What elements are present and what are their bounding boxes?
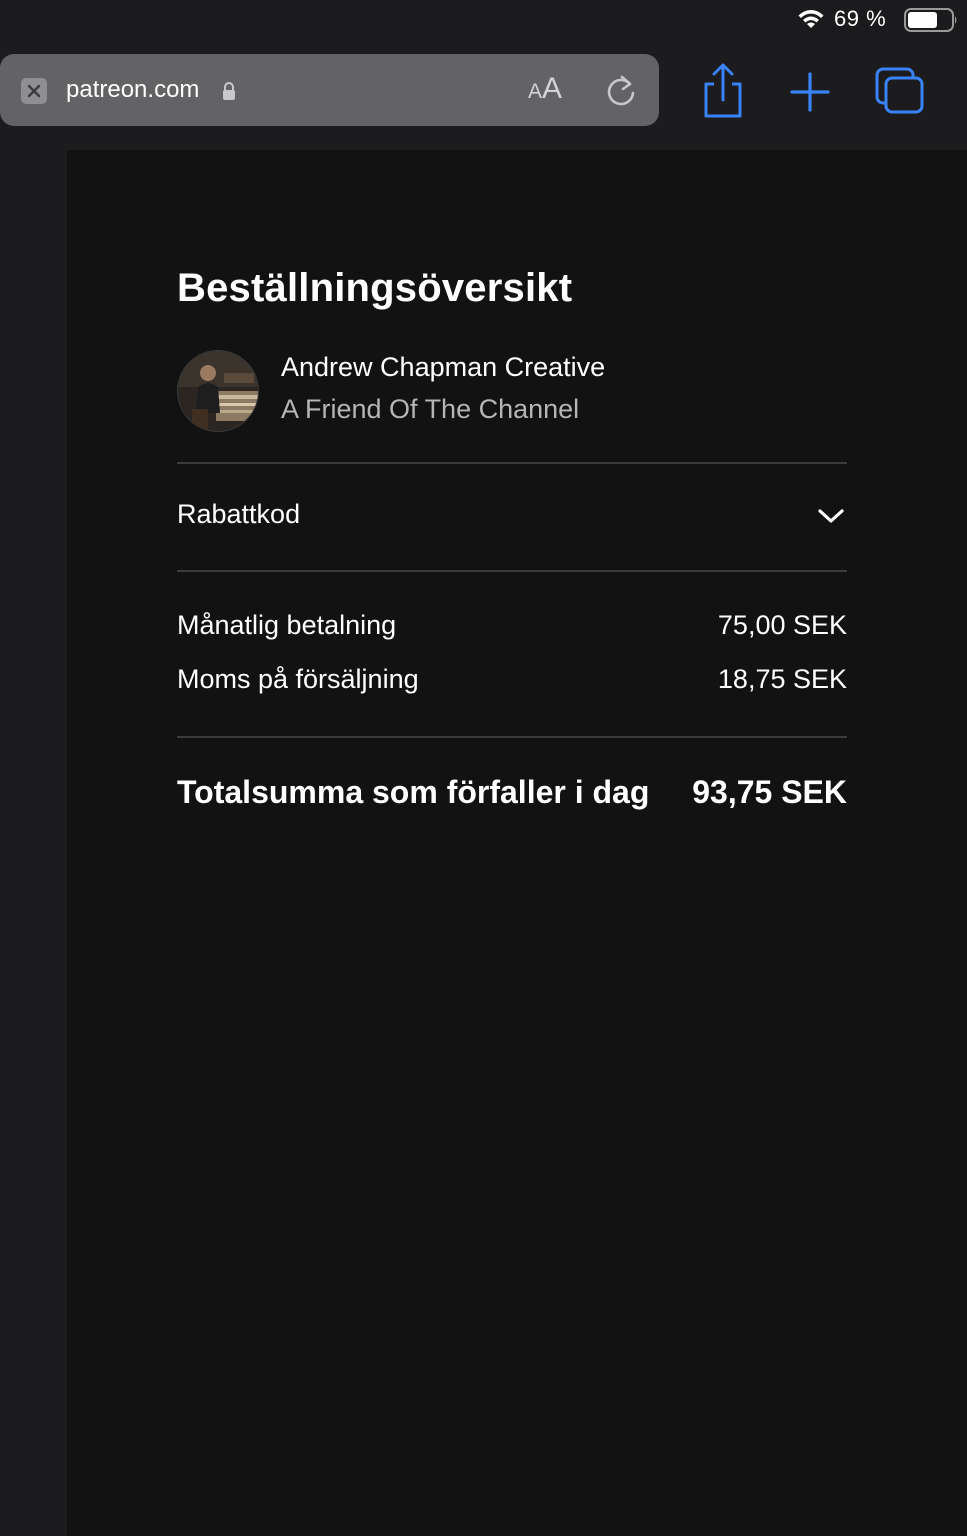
sidebar-strip — [0, 150, 67, 1536]
page-content: Beställningsöversikt Andrew Chapman Crea… — [67, 150, 967, 1536]
chevron-down-icon[interactable] — [817, 506, 845, 526]
browser-toolbar: patreon.com AA — [0, 40, 967, 150]
screen: 69 % patreon.com AA Beställningsöversikt… — [0, 0, 967, 1536]
status-bar: 69 % — [0, 0, 967, 40]
battery-icon — [904, 8, 957, 32]
line-item-label: Månatlig betalning — [177, 610, 397, 640]
divider — [177, 736, 847, 738]
text-size-label-small: A — [528, 80, 543, 103]
reload-icon[interactable] — [602, 72, 640, 110]
plus-icon[interactable] — [788, 70, 832, 114]
discount-code-toggle[interactable]: Rabattkod — [177, 464, 847, 570]
line-item-value: 75,00 SEK — [717, 610, 847, 640]
tabs-icon[interactable] — [874, 66, 926, 116]
avatar — [177, 350, 259, 432]
total-value: 93,75 SEK — [692, 774, 847, 810]
lock-icon — [223, 82, 235, 100]
line-item-value: 18,75 SEK — [717, 664, 847, 694]
text-size-button[interactable]: AA — [528, 72, 574, 108]
tier-name: A Friend Of The Channel — [281, 394, 580, 424]
divider — [177, 570, 847, 572]
close-icon[interactable] — [21, 78, 47, 104]
total-label: Totalsumma som förfaller i dag — [177, 774, 650, 810]
wifi-icon — [798, 10, 824, 28]
line-item-vat: Moms på försäljning 18,75 SEK — [177, 664, 847, 704]
line-item-label: Moms på försäljning — [177, 664, 419, 694]
battery-percentage: 69 % — [834, 6, 887, 31]
text-size-label-big: A — [542, 72, 563, 105]
total-row: Totalsumma som förfaller i dag 93,75 SEK — [177, 774, 847, 818]
url-text[interactable]: patreon.com — [66, 76, 199, 104]
discount-label: Rabattkod — [177, 499, 301, 529]
share-icon[interactable] — [700, 62, 746, 120]
address-bar[interactable]: patreon.com AA — [0, 54, 659, 126]
creator-name: Andrew Chapman Creative — [281, 352, 606, 382]
line-item-monthly: Månatlig betalning 75,00 SEK — [177, 610, 847, 650]
page-title: Beställningsöversikt — [177, 266, 573, 310]
